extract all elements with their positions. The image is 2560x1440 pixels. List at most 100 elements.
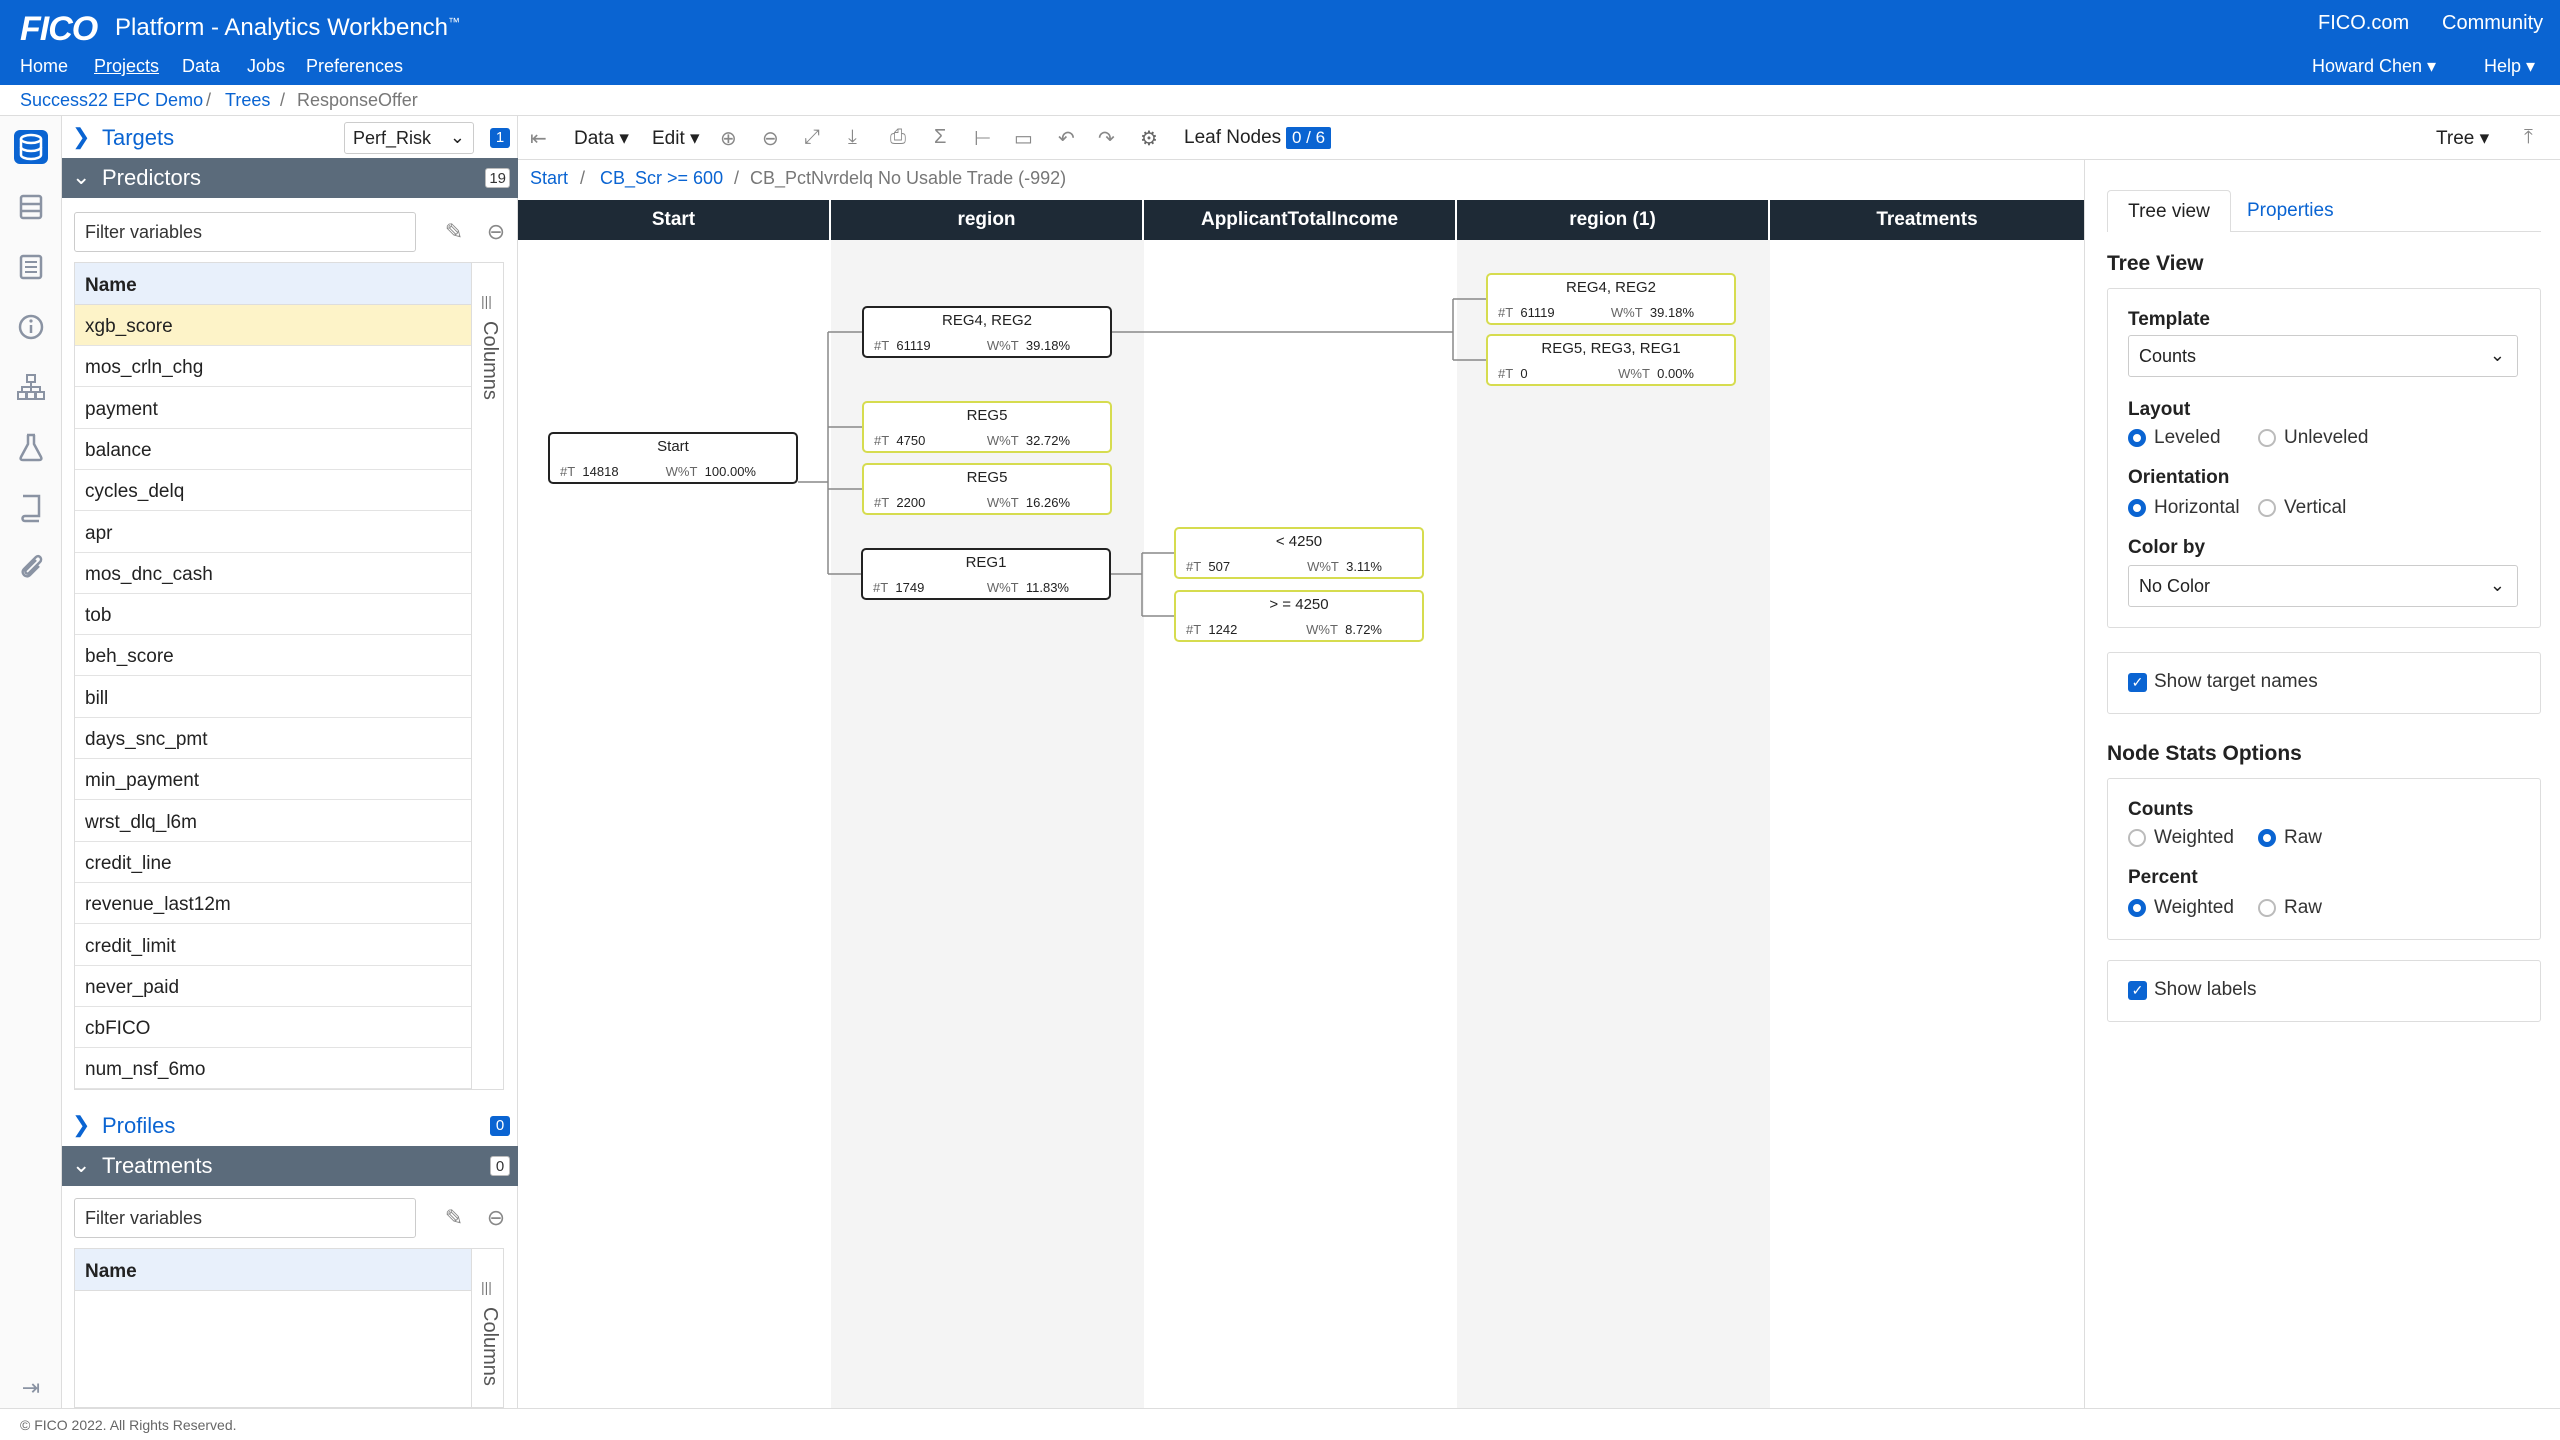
community-link[interactable]: Community [2442,12,2543,35]
profiles-section-header[interactable]: ❯ Profiles 0 [62,1106,518,1146]
tree-node-region1-reg4-reg2[interactable]: REG4, REG2 #T 61119 W%T 39.18% [1486,273,1736,325]
predictor-row[interactable]: mos_crln_chg [75,346,473,388]
tree-node-region-reg1[interactable]: REG1 #T 1749 W%T 11.83% [861,548,1111,600]
name-column-header[interactable]: Name [75,1249,473,1291]
predictor-row[interactable]: revenue_last12m [75,883,473,925]
user-menu[interactable]: Howard Chen ▾ [2312,56,2436,77]
expand-panel-icon[interactable]: ⇥ [14,1371,48,1405]
hierarchy-icon[interactable] [14,370,48,404]
layout-unleveled-radio[interactable] [2258,429,2276,447]
database-icon[interactable] [14,130,48,164]
split-icon[interactable]: ⊢ [974,126,991,151]
fico-com-link[interactable]: FICO.com [2318,12,2409,35]
node-count-label: #T [873,580,889,595]
layout-leveled-radio[interactable] [2128,429,2146,447]
counts-raw-radio[interactable] [2258,829,2276,847]
redo-icon[interactable]: ↷ [1098,126,1115,151]
fico-logo[interactable]: FICO [20,10,98,49]
predictor-row[interactable]: xgb_score [75,305,473,346]
predictor-row[interactable]: mos_dnc_cash [75,553,473,594]
undo-icon[interactable]: ↶ [1058,126,1075,151]
pencil-icon[interactable]: ✎ [440,1204,468,1232]
data-menu[interactable]: Data ▾ [574,127,629,150]
info-icon[interactable] [14,310,48,344]
colorby-select[interactable]: No Color ⌄ [2128,565,2518,607]
columns-sidebar[interactable]: ||| Columns [471,1249,503,1407]
predictor-row[interactable]: cycles_delq [75,470,473,512]
predictor-row[interactable]: payment [75,388,473,429]
tree-node-region1-reg5-reg3-reg1[interactable]: REG5, REG3, REG1 #T 0 W%T 0.00% [1486,334,1736,386]
tree-node-region-reg5[interactable]: REG5 #T 4750 W%T 32.72% [862,401,1112,453]
zoom-out-icon[interactable]: ⊖ [762,126,779,151]
template-select[interactable]: Counts ⌄ [2128,335,2518,377]
print-icon[interactable]: ⎙ [890,126,906,149]
columns-sidebar[interactable]: ||| Columns [471,263,503,1089]
tree-node-start[interactable]: Start #T 14818 W%T 100.00% [548,432,798,484]
pencil-icon[interactable]: ✎ [440,218,468,246]
path-start[interactable]: Start [530,168,568,189]
predictor-row[interactable]: cbFICO [75,1007,473,1049]
nav-data[interactable]: Data [182,56,220,77]
profiles-label: Profiles [102,1113,176,1138]
list-icon[interactable] [14,250,48,284]
predictor-row[interactable]: never_paid [75,966,473,1007]
tree-node-region-reg5[interactable]: REG5 #T 2200 W%T 16.26% [862,463,1112,515]
nav-home[interactable]: Home [20,56,68,77]
counts-weighted-radio[interactable] [2128,829,2146,847]
help-menu[interactable]: Help ▾ [2484,56,2535,77]
predictor-row[interactable]: days_snc_pmt [75,718,473,759]
show-labels-checkbox[interactable]: ✓ [2128,981,2147,1000]
tree-node-income-lt-4250[interactable]: < 4250 #T 507 W%T 3.11% [1174,527,1424,579]
predictor-row[interactable]: tob [75,594,473,636]
orientation-vertical-radio[interactable] [2258,499,2276,517]
predictors-section-header[interactable]: ⌄ Predictors 19 [62,158,518,198]
predictor-row[interactable]: credit_line [75,842,473,883]
predictor-row[interactable]: bill [75,677,473,718]
edit-menu[interactable]: Edit ▾ [652,127,700,150]
nav-projects[interactable]: Projects [94,56,159,77]
target-select[interactable]: Perf_Risk ⌄ [344,122,474,154]
server-icon[interactable] [14,190,48,224]
treatments-filter-input[interactable]: Filter variables [74,1198,416,1238]
percent-weighted-radio[interactable] [2128,899,2146,917]
show-target-names-checkbox[interactable]: ✓ [2128,673,2147,692]
fit-screen-icon[interactable]: ⤢ [804,126,820,149]
treatments-section-header[interactable]: ⌄ Treatments 0 [62,1146,518,1186]
predictor-row[interactable]: num_nsf_6mo [75,1048,473,1090]
predictor-row[interactable]: apr [75,512,473,553]
predictor-row[interactable]: wrst_dlq_l6m [75,801,473,842]
breadcrumb-trees[interactable]: Trees [225,90,270,111]
zoom-in-icon[interactable]: ⊕ [720,126,737,151]
book-icon[interactable] [14,490,48,524]
paperclip-icon[interactable] [14,550,48,584]
flask-icon[interactable] [14,430,48,464]
predictor-row[interactable]: min_payment [75,759,473,801]
tree-node-region-reg4-reg2[interactable]: REG4, REG2 #T 61119 W%T 39.18% [862,306,1112,358]
tab-properties[interactable]: Properties [2247,200,2334,222]
breadcrumb-project[interactable]: Success22 EPC Demo [20,90,203,111]
tree-node-income-ge-4250[interactable]: > = 4250 #T 1242 W%T 8.72% [1174,590,1424,642]
collapse-left-icon[interactable]: ⇤ [530,126,547,151]
nav-jobs[interactable]: Jobs [247,56,285,77]
download-icon[interactable]: ⤓ [848,126,857,149]
node-label: Start [657,438,689,455]
node-icon[interactable]: ▭ [1014,126,1033,151]
percent-raw-radio[interactable] [2258,899,2276,917]
name-column-header[interactable]: Name [75,263,473,305]
collapse-top-icon[interactable]: ⤒ [2524,126,2533,149]
sigma-icon[interactable]: Σ [934,126,946,149]
predictor-row[interactable]: beh_score [75,635,473,677]
minus-circle-icon[interactable]: ⊖ [482,1204,510,1232]
settings-icon[interactable]: ⚙ [1140,126,1158,151]
tree-canvas[interactable]: Start #T 14818 W%T 100.00% REG4, REG2 #T… [518,240,2084,1408]
tab-tree-view[interactable]: Tree view [2107,190,2231,232]
path-step-1[interactable]: CB_Scr >= 600 [600,168,723,189]
predictor-row[interactable]: credit_limit [75,925,473,966]
view-menu[interactable]: Tree ▾ [2436,127,2489,150]
predictor-row[interactable]: balance [75,429,473,470]
minus-circle-icon[interactable]: ⊖ [482,218,510,246]
nav-preferences[interactable]: Preferences [306,56,403,77]
predictors-filter-input[interactable]: Filter variables [74,212,416,252]
targets-section-header[interactable]: ❯ Targets Perf_Risk ⌄ 1 [62,118,518,158]
orientation-horizontal-radio[interactable] [2128,499,2146,517]
